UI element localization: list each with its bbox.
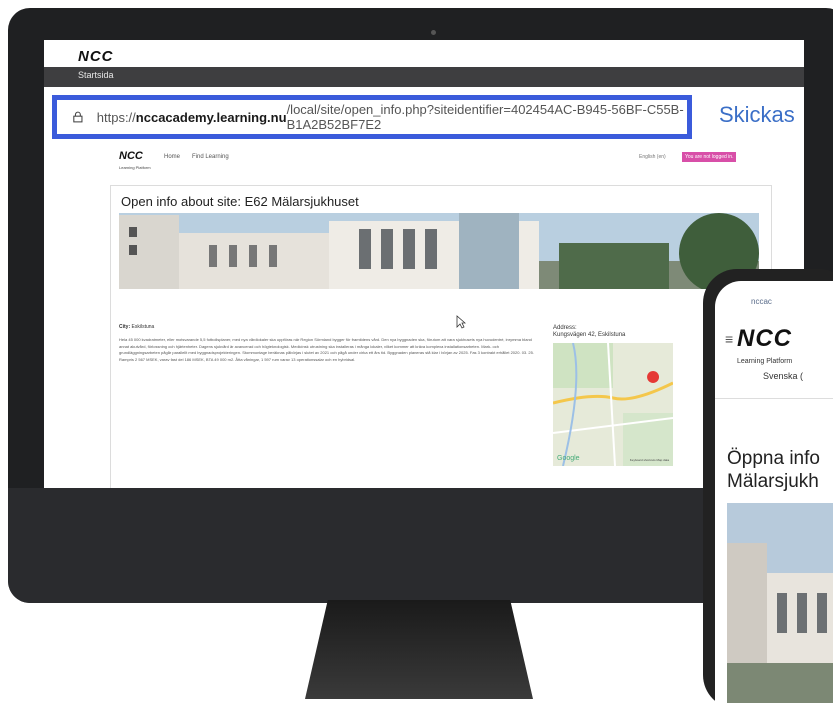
city-value: Eskilstuna <box>131 324 155 330</box>
login-status-badge[interactable]: You are not logged in. <box>682 152 737 162</box>
map-canvas <box>553 343 673 466</box>
mouse-cursor-icon <box>456 315 466 329</box>
site-logo[interactable]: NCC <box>119 150 143 162</box>
ncc-logo: NCC <box>78 48 114 65</box>
address-value: Kungsvägen 42, Eskilstuna <box>553 332 626 338</box>
phone-ncc-logo[interactable]: NCC <box>737 325 792 353</box>
phone-screen: nccac ≡ NCC Learning Platform Svenska ( … <box>715 281 833 711</box>
phone-logo-sub: Learning Platform <box>737 358 793 365</box>
top-nav-bar <box>44 67 804 87</box>
skickas-label: Skickas <box>719 102 795 127</box>
phone-title-line2: Mälarsjukh <box>727 471 819 492</box>
smartphone: nccac ≡ NCC Learning Platform Svenska ( … <box>703 269 833 711</box>
address-label: Address: <box>553 325 577 331</box>
site-header: NCC Learning Platform Home Find Learning… <box>44 144 804 180</box>
page-title: Open info about site: E62 Mälarsjukhuset <box>121 194 359 209</box>
nav-find-learning[interactable]: Find Learning <box>192 154 229 160</box>
city-label: City: <box>119 324 131 330</box>
hamburger-menu-icon[interactable]: ≡ <box>725 331 733 347</box>
url-bar[interactable]: https://nccacademy.learning.nu/local/sit… <box>52 95 692 139</box>
url-path: /local/site/open_info.php?siteidentifier… <box>286 102 684 132</box>
phone-title-line1: Öppna info <box>727 448 820 469</box>
monitor-screen: NCC Startsida https://nccacademy.learnin… <box>44 40 804 488</box>
site-info-card: Open info about site: E62 Mälarsjukhuset… <box>110 185 772 488</box>
url-prefix: https:// <box>96 109 136 125</box>
nav-home[interactable]: Home <box>164 154 180 160</box>
phone-hospital-photo <box>727 503 833 703</box>
site-description: Hela 45 000 kvadratmeter, eller motsvara… <box>119 337 534 362</box>
map-brand: Google <box>557 455 580 462</box>
language-selector[interactable]: English (en) <box>639 154 666 160</box>
map-note[interactable]: Keyboard shortcuts Map data <box>630 458 669 462</box>
camera-dot <box>431 30 436 35</box>
phone-url[interactable]: nccac <box>751 297 772 306</box>
location-map[interactable]: Google Keyboard shortcuts Map data <box>553 343 673 466</box>
phone-divider <box>715 398 833 399</box>
phone-language[interactable]: Svenska ( <box>763 371 803 381</box>
url-domain: nccacademy.learning.nu <box>135 109 287 125</box>
hospital-photo <box>119 213 759 289</box>
city-field: City: Eskilstuna <box>119 324 154 330</box>
lock-icon <box>73 111 83 123</box>
site-logo-sub: Learning Platform <box>119 165 151 170</box>
startsida-link[interactable]: Startsida <box>78 70 114 80</box>
monitor-stand <box>305 600 533 699</box>
